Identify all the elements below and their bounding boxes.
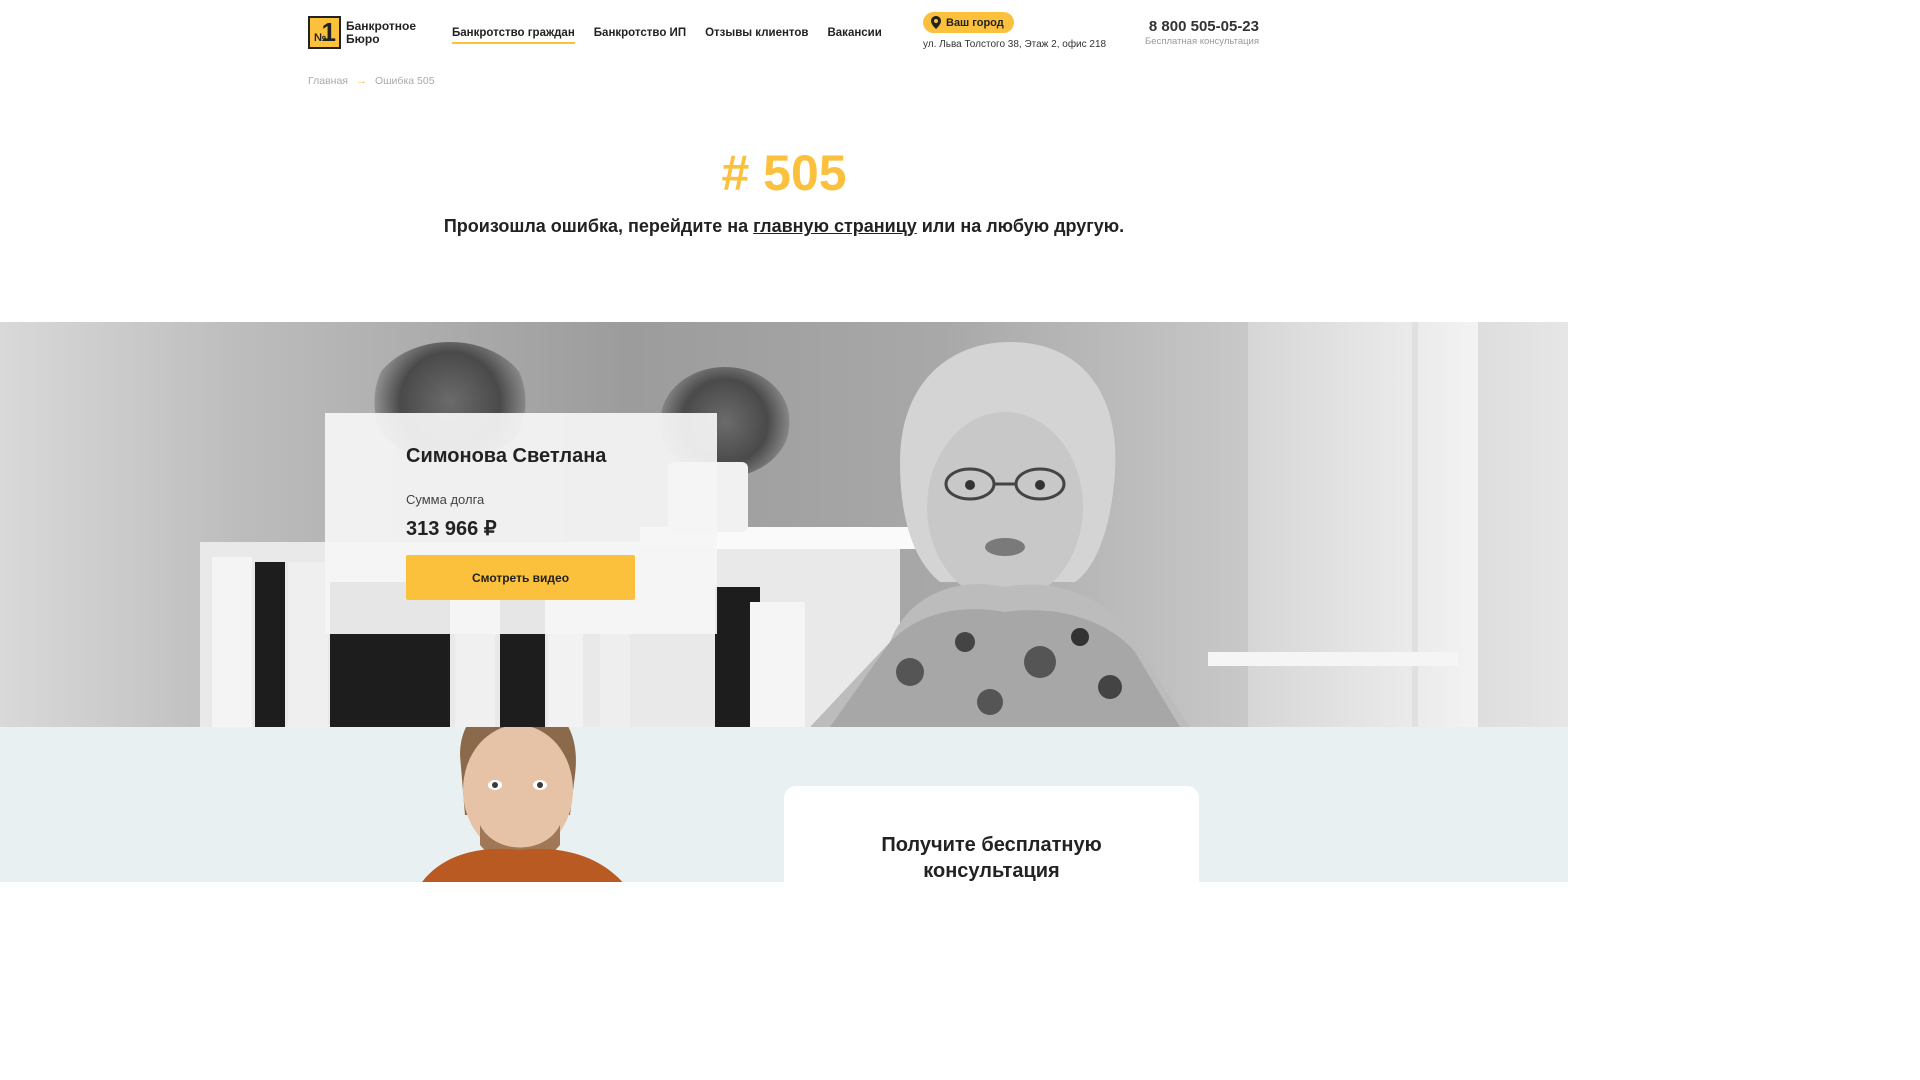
watch-video-button[interactable]: Смотреть видео [406, 555, 635, 600]
client-photo [810, 342, 1190, 727]
binder [288, 562, 328, 727]
window-frame [1412, 322, 1418, 727]
error-message-after: или на любую другую. [916, 216, 1125, 236]
client-name: Симонова Светлана [406, 445, 607, 467]
office-address: ул. Льва Толстого 38, Этаж 2, офис 218 [923, 39, 1107, 50]
phone-number[interactable]: 8 800 505-05-23 [1145, 18, 1259, 35]
consultant-photo [422, 727, 623, 882]
arrow-right-icon: → [355, 75, 367, 87]
consultation-title: Получите бесплатную консультация [881, 834, 1102, 882]
nav-item-reviews[interactable]: Отзывы клиентов [705, 27, 808, 44]
error-message-before: Произошла ошибка, перейдите на [443, 216, 754, 236]
nav-item-bankruptcy-citizens[interactable]: Банкротство граждан [452, 27, 575, 44]
logo-mark: № 1 [308, 16, 341, 49]
breadcrumb: Главная → Ошибка 505 [308, 75, 435, 87]
phone-caption: Бесплатная консультация [1145, 36, 1259, 47]
window-sill [1208, 652, 1458, 666]
main-nav: Банкротство граждан Банкротство ИП Отзыв… [452, 27, 882, 44]
city-select-label: Ваш город [946, 16, 1004, 29]
logo-mark-number: 1 [321, 17, 336, 47]
binder [212, 557, 252, 727]
city-select-button[interactable]: Ваш город [923, 12, 1014, 33]
consultation-card: Получите бесплатную консультация [784, 786, 1199, 882]
error-message: Произошла ошибка, перейдите на главную с… [0, 216, 1568, 237]
nav-item-vacancies[interactable]: Вакансии [827, 27, 881, 44]
breadcrumb-home[interactable]: Главная [308, 75, 348, 87]
binder [255, 562, 285, 727]
logo[interactable]: № 1 Банкротное Бюро [308, 16, 426, 49]
error-code: # 505 [721, 145, 847, 201]
testimonial-card: Симонова Светлана Сумма долга 313 966 ₽ … [325, 413, 717, 634]
map-pin-icon [931, 16, 941, 29]
debt-label: Сумма долга [406, 492, 485, 507]
site-header: № 1 Банкротное Бюро Банкротство граждан … [0, 0, 1568, 66]
breadcrumb-current: Ошибка 505 [374, 75, 435, 87]
home-page-link[interactable]: главную страницу [753, 216, 917, 236]
consultation-section: Получите бесплатную консультация [0, 727, 1568, 882]
debt-amount: 313 966 ₽ [406, 518, 497, 540]
logo-text: Банкротное Бюро [346, 18, 417, 46]
testimonial-banner: Симонова Светлана Сумма долга 313 966 ₽ … [0, 322, 1568, 727]
window-light [1248, 322, 1478, 727]
phone-block: 8 800 505-05-23 Бесплатная консультация [1145, 18, 1259, 47]
nav-item-bankruptcy-ip[interactable]: Банкротство ИП [594, 27, 686, 44]
